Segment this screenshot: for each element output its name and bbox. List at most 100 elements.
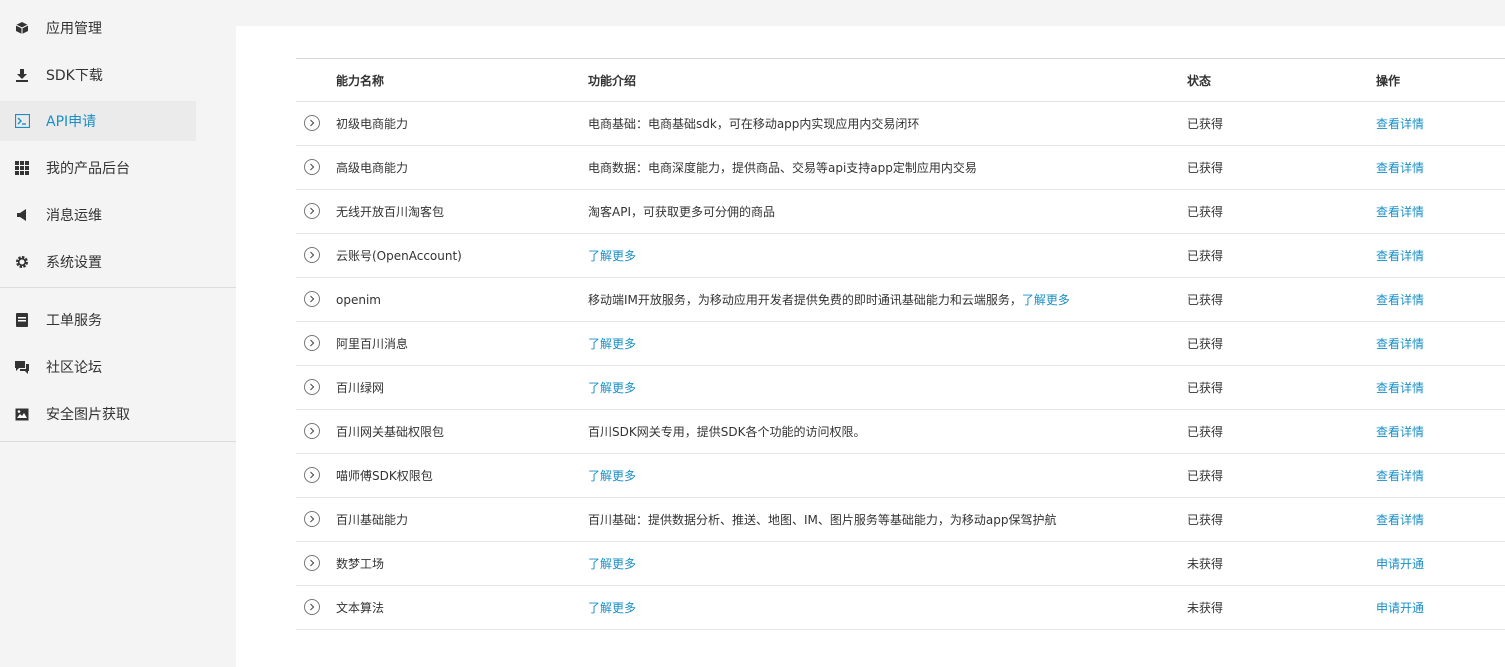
row-action-link[interactable]: 查看详情: [1376, 366, 1424, 409]
row-action-link[interactable]: 查看详情: [1376, 146, 1424, 189]
row-status: 已获得: [1187, 381, 1224, 395]
row-action-link[interactable]: 查看详情: [1376, 322, 1424, 365]
row-desc: 了解更多: [588, 366, 636, 409]
table-row: 初级电商能力 电商基础：电商基础sdk，可在移动app内实现应用内交易闭环 已获…: [296, 102, 1505, 146]
sidebar-item-label: 社区论坛: [46, 360, 102, 376]
learn-more-link[interactable]: 了解更多: [588, 599, 636, 616]
expand-icon[interactable]: [304, 335, 320, 351]
sidebar-item-label: API申请: [46, 114, 97, 130]
row-status: 已获得: [1187, 293, 1224, 307]
row-action-link[interactable]: 查看详情: [1376, 454, 1424, 497]
header-desc: 功能介绍: [588, 73, 637, 88]
sidebar-item-secure-image[interactable]: 安全图片获取: [0, 394, 196, 434]
row-desc: 移动端IM开放服务，为移动应用开发者提供免费的即时通讯基础能力和云端服务， 了解更…: [588, 278, 1070, 321]
row-desc: 了解更多: [588, 454, 636, 497]
expand-icon[interactable]: [304, 115, 320, 131]
row-desc-text: 电商数据：电商深度能力，提供商品、交易等api支持app定制应用内交易: [588, 161, 977, 175]
table-row: 百川网关基础权限包 百川SDK网关专用，提供SDK各个功能的访问权限。 已获得 …: [296, 410, 1505, 454]
sidebar-item-label: 工单服务: [46, 313, 102, 329]
sidebar-item-community-forum[interactable]: 社区论坛: [0, 347, 196, 387]
row-name: 百川基础能力: [336, 513, 409, 527]
expand-icon[interactable]: [304, 247, 320, 263]
row-desc: 了解更多: [588, 586, 636, 629]
row-name: 喵师傅SDK权限包: [336, 469, 433, 483]
row-action-link[interactable]: 查看详情: [1376, 102, 1424, 145]
table-row: 云账号(OpenAccount) 了解更多 已获得 查看详情: [296, 234, 1505, 278]
learn-more-link[interactable]: 了解更多: [588, 555, 636, 572]
learn-more-link[interactable]: 了解更多: [588, 335, 636, 352]
sidebar-item-system-settings[interactable]: 系统设置: [0, 242, 196, 282]
expand-icon[interactable]: [304, 555, 320, 571]
row-name: 云账号(OpenAccount): [336, 249, 462, 263]
table-row: 百川绿网 了解更多 已获得 查看详情: [296, 366, 1505, 410]
row-action-link[interactable]: 申请开通: [1376, 586, 1424, 629]
row-name: 数梦工场: [336, 557, 385, 571]
row-action-link[interactable]: 查看详情: [1376, 498, 1424, 541]
row-action-link[interactable]: 查看详情: [1376, 234, 1424, 277]
row-status: 已获得: [1187, 469, 1224, 483]
table-row: 无线开放百川淘客包 淘客API，可获取更多可分佣的商品 已获得 查看详情: [296, 190, 1505, 234]
expand-icon[interactable]: [304, 599, 320, 615]
chat-icon: [14, 359, 30, 375]
table-body: 初级电商能力 电商基础：电商基础sdk，可在移动app内实现应用内交易闭环 已获…: [296, 102, 1505, 630]
row-desc: 了解更多: [588, 234, 636, 277]
sidebar-item-app-management[interactable]: 应用管理: [0, 8, 196, 48]
sidebar-divider: [0, 287, 236, 288]
grid-icon: [14, 160, 30, 176]
row-action-link[interactable]: 查看详情: [1376, 278, 1424, 321]
table-row: 喵师傅SDK权限包 了解更多 已获得 查看详情: [296, 454, 1505, 498]
row-desc: 淘客API，可获取更多可分佣的商品: [588, 190, 775, 233]
sidebar-item-label: SDK下载: [46, 68, 103, 84]
row-desc: 电商基础：电商基础sdk，可在移动app内实现应用内交易闭环: [588, 102, 919, 145]
expand-icon[interactable]: [304, 511, 320, 527]
row-desc-text: 淘客API，可获取更多可分佣的商品: [588, 205, 775, 219]
sidebar-item-message-ops[interactable]: 消息运维: [0, 195, 196, 235]
row-name: 百川绿网: [336, 381, 385, 395]
row-name: 高级电商能力: [336, 161, 409, 175]
row-name: 文本算法: [336, 601, 385, 615]
sidebar-item-label: 系统设置: [46, 255, 102, 271]
row-status: 已获得: [1187, 337, 1224, 351]
learn-more-link[interactable]: 了解更多: [588, 379, 636, 396]
terminal-icon: [14, 113, 30, 129]
main-panel: 能力名称 功能介绍 状态 操作 初级电商能力 电商基础：电商基础sdk，可在移动…: [236, 26, 1505, 667]
sidebar-item-label: 消息运维: [46, 208, 102, 224]
learn-more-link[interactable]: 了解更多: [588, 467, 636, 484]
table-row: openim 移动端IM开放服务，为移动应用开发者提供免费的即时通讯基础能力和云…: [296, 278, 1505, 322]
row-name: 初级电商能力: [336, 117, 409, 131]
row-status: 未获得: [1187, 601, 1224, 615]
expand-icon[interactable]: [304, 159, 320, 175]
table-row: 数梦工场 了解更多 未获得 申请开通: [296, 542, 1505, 586]
sidebar-item-label: 我的产品后台: [46, 161, 130, 177]
learn-more-link[interactable]: 了解更多: [588, 247, 636, 264]
sidebar-item-product-backend[interactable]: 我的产品后台: [0, 148, 196, 188]
row-action-link[interactable]: 查看详情: [1376, 190, 1424, 233]
table-row: 文本算法 了解更多 未获得 申请开通: [296, 586, 1505, 630]
row-desc-text: 百川SDK网关专用，提供SDK各个功能的访问权限。: [588, 425, 866, 439]
row-desc: 了解更多: [588, 542, 636, 585]
expand-icon[interactable]: [304, 203, 320, 219]
cube-icon: [14, 20, 30, 36]
row-action-link[interactable]: 申请开通: [1376, 542, 1424, 585]
header-status: 状态: [1187, 73, 1212, 88]
learn-more-link[interactable]: 了解更多: [1022, 291, 1070, 308]
ticket-icon: [14, 312, 30, 328]
row-name: 无线开放百川淘客包: [336, 205, 445, 219]
row-desc: 百川基础：提供数据分析、推送、地图、IM、图片服务等基础能力，为移动app保驾护…: [588, 498, 1056, 541]
expand-icon[interactable]: [304, 423, 320, 439]
row-desc-text: 电商基础：电商基础sdk，可在移动app内实现应用内交易闭环: [588, 117, 920, 131]
row-status: 未获得: [1187, 557, 1224, 571]
sidebar-item-api-apply[interactable]: API申请: [0, 101, 196, 141]
sidebar-item-sdk-download[interactable]: SDK下载: [0, 55, 196, 95]
row-desc: 电商数据：电商深度能力，提供商品、交易等api支持app定制应用内交易: [588, 146, 977, 189]
expand-icon[interactable]: [304, 291, 320, 307]
sidebar-item-ticket-service[interactable]: 工单服务: [0, 300, 196, 340]
row-status: 已获得: [1187, 249, 1224, 263]
row-status: 已获得: [1187, 513, 1224, 527]
megaphone-icon: [14, 207, 30, 223]
row-action-link[interactable]: 查看详情: [1376, 410, 1424, 453]
expand-icon[interactable]: [304, 467, 320, 483]
row-desc-text: 移动端IM开放服务，为移动应用开发者提供免费的即时通讯基础能力和云端服务，: [588, 293, 1022, 307]
table-header: 能力名称 功能介绍 状态 操作: [296, 58, 1505, 102]
expand-icon[interactable]: [304, 379, 320, 395]
